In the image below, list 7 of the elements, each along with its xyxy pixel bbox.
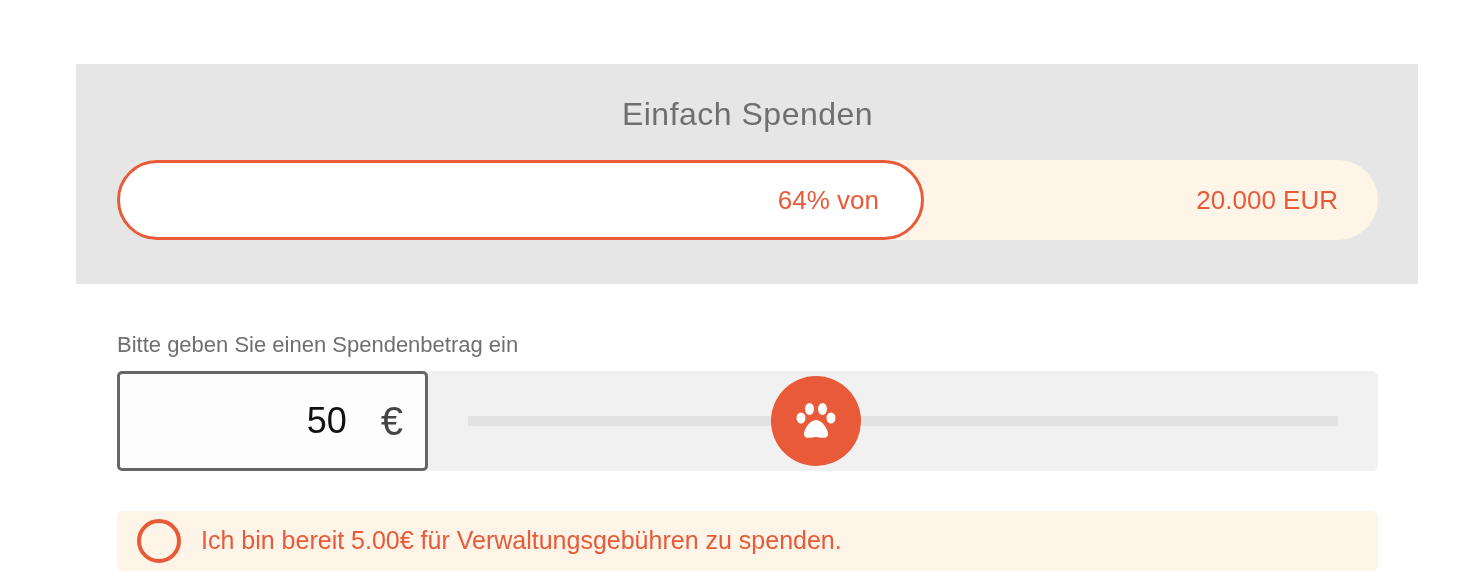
progress-percent: 64% von: [777, 183, 880, 217]
campaign-title: Einfach Spenden: [620, 95, 875, 134]
radio-button[interactable]: [137, 519, 181, 563]
amount-label: Bitte geben Sie einen Spendenbetrag ein: [117, 331, 520, 359]
paw-icon: [796, 403, 836, 439]
amount-field[interactable]: 50 €: [117, 371, 428, 471]
goal-amount: 20.000 EUR: [1196, 183, 1338, 217]
